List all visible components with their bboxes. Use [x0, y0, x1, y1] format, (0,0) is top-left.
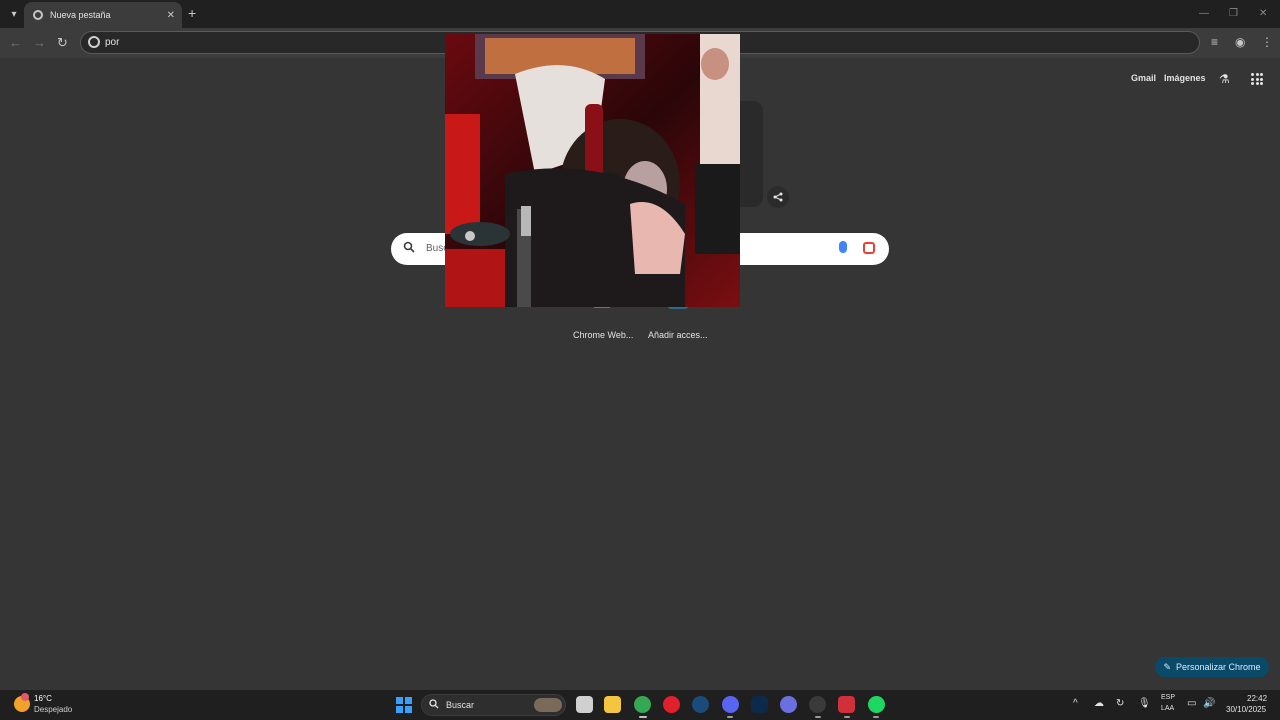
- maximize-button[interactable]: ❐: [1229, 8, 1238, 19]
- weather-badge: [21, 693, 29, 701]
- taskbar-search[interactable]: Buscar: [421, 694, 566, 716]
- windows-taskbar: 16°C Despejado Buscar ^ ☁ ↻ 🎙 ESP LAA ▭ …: [0, 690, 1280, 720]
- clock-time[interactable]: 22:42: [1247, 694, 1267, 703]
- images-link[interactable]: Imágenes: [1164, 73, 1206, 83]
- google-apps-icon[interactable]: [1251, 73, 1263, 85]
- microphone-tray-icon[interactable]: 🎙: [1138, 698, 1151, 709]
- discord-running-indicator: [727, 716, 733, 718]
- taskbar-search-label: Buscar: [446, 700, 475, 710]
- sync-icon[interactable]: ↻: [1116, 698, 1124, 709]
- onedrive-cloud-icon[interactable]: ☁: [1094, 698, 1104, 709]
- pencil-icon: ✎: [1163, 661, 1171, 672]
- tab-strip: ▾ Nueva pestaña ✕ + — ❐ ✕: [0, 0, 1280, 28]
- tab-title: Nueva pestaña: [50, 10, 111, 20]
- reload-icon[interactable]: ↻: [57, 35, 68, 51]
- windows-start-icon[interactable]: [396, 697, 412, 713]
- weather-description[interactable]: Despejado: [34, 705, 72, 714]
- weather-temperature[interactable]: 16°C: [34, 694, 52, 703]
- photoshop-icon[interactable]: [751, 696, 768, 713]
- taskbar-search-icon: [429, 699, 439, 712]
- obs-icon[interactable]: [809, 696, 826, 713]
- doodle-area: [738, 101, 763, 207]
- customize-chrome-button[interactable]: ✎ Personalizar Chrome: [1155, 657, 1269, 677]
- shortcut-add[interactable]: Añadir acces...: [648, 330, 708, 340]
- share-icon[interactable]: [767, 186, 789, 208]
- calendar-app-icon[interactable]: [838, 696, 855, 713]
- gmail-link[interactable]: Gmail: [1131, 73, 1156, 83]
- input-language[interactable]: ESP: [1161, 694, 1175, 701]
- back-arrow-icon[interactable]: ←: [9, 35, 22, 50]
- window-close-button[interactable]: ✕: [1259, 8, 1267, 19]
- network-icon[interactable]: ▭: [1187, 698, 1196, 709]
- minimize-button[interactable]: —: [1199, 8, 1209, 19]
- task-view-icon[interactable]: [576, 696, 593, 713]
- shortcut-chrome-web-store[interactable]: Chrome Web...: [573, 330, 633, 340]
- vpn-icon[interactable]: [780, 696, 797, 713]
- picture-in-picture-video[interactable]: [445, 34, 740, 307]
- calendar-running-indicator: [844, 716, 850, 718]
- profile-icon[interactable]: ◉: [1235, 35, 1245, 49]
- discord-icon[interactable]: [722, 696, 739, 713]
- search-highlight-image: [534, 698, 562, 712]
- chrome-taskbar-icon[interactable]: [634, 696, 651, 713]
- microphone-icon[interactable]: [839, 241, 847, 253]
- input-layout[interactable]: LAA: [1161, 705, 1174, 712]
- search-icon: [403, 241, 415, 256]
- file-explorer-icon[interactable]: [604, 696, 621, 713]
- omnibox-input[interactable]: por: [105, 37, 119, 48]
- spotify-icon[interactable]: [868, 696, 885, 713]
- media-control-icon[interactable]: ≡: [1211, 35, 1218, 49]
- steam-icon[interactable]: [692, 696, 709, 713]
- tray-overflow-chevron-icon[interactable]: ^: [1073, 698, 1078, 709]
- spotify-running-indicator: [873, 716, 879, 718]
- chrome-running-indicator: [639, 716, 647, 718]
- tab-close-icon[interactable]: ✕: [167, 10, 175, 21]
- tab-nueva-pestana[interactable]: Nueva pestaña ✕: [24, 2, 182, 28]
- chrome-menu-icon[interactable]: ⋮: [1261, 35, 1273, 49]
- opera-icon[interactable]: [663, 696, 680, 713]
- labs-flask-icon[interactable]: ⚗: [1219, 72, 1230, 86]
- volume-icon[interactable]: 🔊: [1203, 698, 1215, 709]
- new-tab-button[interactable]: +: [188, 6, 196, 20]
- clock-date[interactable]: 30/10/2025: [1226, 705, 1266, 714]
- google-g-icon: [88, 36, 100, 48]
- chrome-favicon-icon: [33, 10, 43, 20]
- tab-search-chevron-icon[interactable]: ▾: [4, 4, 24, 24]
- obs-running-indicator: [815, 716, 821, 718]
- google-lens-icon[interactable]: [863, 242, 875, 254]
- customize-chrome-label: Personalizar Chrome: [1176, 662, 1261, 672]
- forward-arrow-icon[interactable]: →: [33, 35, 46, 50]
